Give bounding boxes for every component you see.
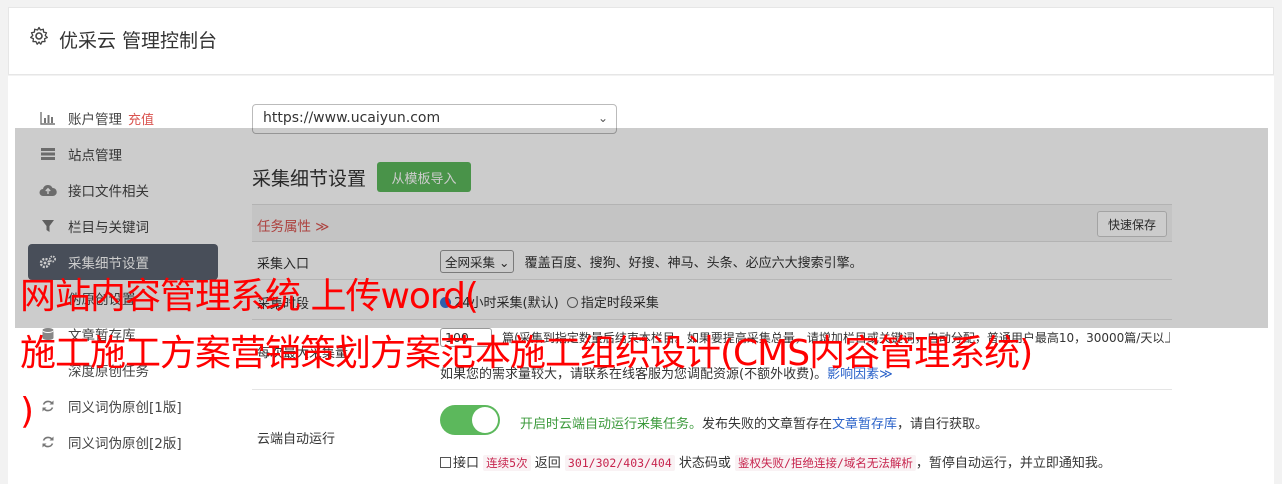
notify-text-return: 返回 [534,456,561,471]
notify-checkbox[interactable] [440,457,451,468]
row-cloud-auto-run: 云端自动运行 开启时云端自动运行采集任务。发布失败的文章暂存在文章暂存库，请自行… [252,390,1172,480]
sidebar-item-synonym-v2[interactable]: 同义词伪原创[2版] [28,424,218,460]
sidebar-item-label: 账户管理 [68,112,122,128]
cloud-description: 开启时云端自动运行采集任务。发布失败的文章暂存在文章暂存库，请自行获取。 [520,413,988,432]
refresh-icon [38,398,58,414]
banner-line-3: ) [20,391,34,432]
cloud-notify-line: 接口 连续5次 返回 301/302/403/404 状态码或 鉴权失败/拒绝连… [440,452,1111,471]
cloud-run-toggle[interactable] [440,405,500,435]
banner-line-1: 网站内容管理系统 上传word( [20,276,479,317]
cloud-text-enabled: 开启时云端自动运行采集任务。 [520,417,703,432]
refresh-icon [38,434,58,450]
code-status: 301/302/403/404 [564,455,675,471]
notify-label: 接口 [453,456,480,471]
code-consecutive: 连续5次 [483,455,531,471]
article-storage-link[interactable]: 文章暂存库 [832,417,897,432]
cloud-text-fetch: ，请自行获取。 [897,417,989,432]
notify-text-status: 状态码或 [678,456,731,471]
gear-icon [30,26,48,45]
notify-text-end: ，暂停自动运行，并立即通知我。 [915,456,1111,471]
toggle-knob [472,407,498,433]
recharge-link[interactable]: 充值 [128,109,154,128]
sidebar-item-label: 同义词伪原创[2版] [68,436,182,452]
page-title: 优采云 管理控制台 [59,30,218,52]
sidebar-item-synonym-v1[interactable]: 同义词伪原创[1版] [28,388,218,424]
banner-line-2: 施工施工方案营销策划方案范本施工组织设计(CMS内容管理系统) [20,333,1033,374]
bar-chart-icon [38,110,58,126]
code-auth: 鉴权失败/拒绝连接/域名无法解析 [735,455,916,471]
cloud-text-failed: 发布失败的文章暂存在 [702,417,833,432]
chevron-down-icon: ⌄ [597,111,608,125]
row-label: 云端自动运行 [257,432,336,447]
site-select-value: https://www.ucaiyun.com [263,110,441,126]
top-bar: 优采云 管理控制台 [8,7,1274,75]
sidebar-item-label: 同义词伪原创[1版] [68,400,182,416]
